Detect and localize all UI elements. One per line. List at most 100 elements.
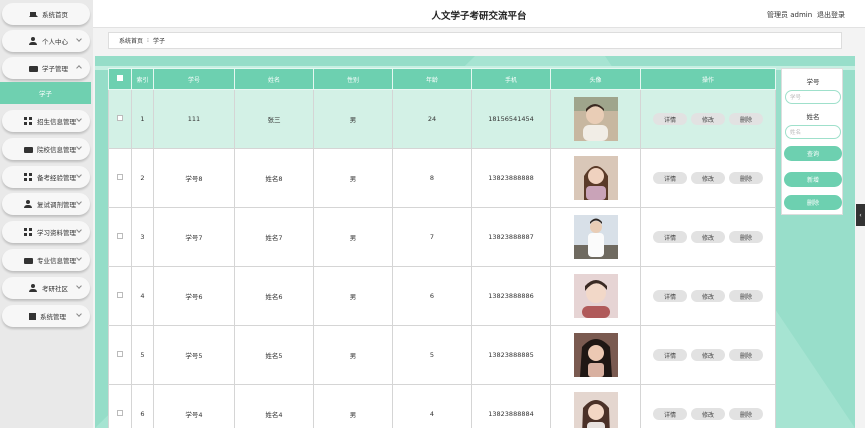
- table-row[interactable]: 3 学号7 姓名7 男 7 13823888887 详情 修改 删除: [108, 207, 776, 267]
- detail-button[interactable]: 详情: [653, 113, 687, 125]
- cell-age: 24: [392, 89, 472, 149]
- chevron-down-icon: [76, 255, 82, 261]
- delete-button[interactable]: 删除: [729, 172, 763, 184]
- row-checkbox[interactable]: [108, 89, 132, 149]
- row-checkbox[interactable]: [108, 325, 132, 385]
- delete-button[interactable]: 删除: [729, 231, 763, 243]
- table-row[interactable]: 2 学号8 姓名8 男 8 13823888888 详情 修改 删除: [108, 148, 776, 208]
- cell-avatar: [550, 384, 641, 428]
- edit-button[interactable]: 修改: [691, 408, 725, 420]
- table-header-row: 索引 学号 姓名 性别 年龄 手机 头像 操作: [108, 68, 776, 90]
- sidebar-subitem-student[interactable]: 学子: [0, 82, 91, 104]
- add-button[interactable]: 新增: [784, 172, 842, 187]
- name-input[interactable]: 姓名: [785, 125, 841, 139]
- cell-age: 7: [392, 207, 472, 267]
- column-header-name: 姓名: [234, 68, 314, 90]
- cell-actions: 详情 修改 删除: [640, 266, 776, 326]
- cell-student-id: 学号7: [153, 207, 235, 267]
- table-row[interactable]: 6 学号4 姓名4 男 4 13823888884 详情 修改 删除: [108, 384, 776, 428]
- column-header-index: 索引: [131, 68, 154, 90]
- cell-age: 6: [392, 266, 472, 326]
- table-row[interactable]: 1 111 张三 男 24 18156541454 详情 修改 删除: [108, 89, 776, 149]
- sidebar-item-home[interactable]: 系统首页: [2, 3, 90, 25]
- sidebar-item-student-management[interactable]: 学子管理: [2, 57, 90, 79]
- cell-age: 4: [392, 384, 472, 428]
- delete-button[interactable]: 删除: [729, 290, 763, 302]
- sidebar-item-personal-center[interactable]: 个人中心: [2, 30, 90, 52]
- edit-button[interactable]: 修改: [691, 349, 725, 361]
- cell-index: 3: [131, 207, 154, 267]
- delete-button[interactable]: 删除: [729, 408, 763, 420]
- sidebar-item-college-info[interactable]: 院校信息管理: [2, 138, 90, 160]
- user-icon: [29, 283, 38, 293]
- breadcrumb: 系统首页 ⁝ 学子: [108, 32, 842, 49]
- chevron-down-icon: [76, 227, 82, 233]
- sidebar-item-label: 系统首页: [42, 11, 68, 19]
- name-label: 姓名: [806, 113, 820, 121]
- chevron-down-icon: [76, 36, 82, 42]
- delete-button[interactable]: 删除: [729, 349, 763, 361]
- cell-actions: 详情 修改 删除: [640, 384, 776, 428]
- row-checkbox[interactable]: [108, 148, 132, 208]
- cell-name: 姓名7: [234, 207, 314, 267]
- cell-avatar: [550, 207, 641, 267]
- sidebar-item-exam-experience[interactable]: 备考经验管理: [2, 166, 90, 188]
- sidebar-item-label: 个人中心: [42, 38, 68, 46]
- edit-button[interactable]: 修改: [691, 290, 725, 302]
- cell-phone: 13823888888: [471, 148, 551, 208]
- row-checkbox[interactable]: [108, 384, 132, 428]
- student-id-label: 学号: [806, 78, 820, 86]
- sidebar-item-study-materials[interactable]: 学习资料管理: [2, 221, 90, 243]
- cell-phone: 13823888885: [471, 325, 551, 385]
- row-checkbox[interactable]: [108, 207, 132, 267]
- sidebar-item-system-management[interactable]: 系统管理: [2, 305, 90, 327]
- cell-student-id: 学号6: [153, 266, 235, 326]
- column-header-age: 年龄: [392, 68, 472, 90]
- detail-button[interactable]: 详情: [653, 349, 687, 361]
- search-button[interactable]: 查询: [784, 146, 842, 161]
- column-header-student-id: 学号: [153, 68, 235, 90]
- avatar: [573, 215, 618, 259]
- sidebar-item-admission-info[interactable]: 招生信息管理: [2, 110, 90, 132]
- cell-avatar: [550, 325, 641, 385]
- column-header-avatar: 头像: [550, 68, 641, 90]
- sidebar-item-major-info[interactable]: 专业信息管理: [2, 249, 90, 271]
- edit-button[interactable]: 修改: [691, 172, 725, 184]
- student-id-input[interactable]: 学号: [785, 90, 841, 104]
- top-header: 人文学子考研交流平台 管理员 admin 退出登录: [93, 0, 865, 28]
- edit-button[interactable]: 修改: [691, 231, 725, 243]
- detail-button[interactable]: 详情: [653, 290, 687, 302]
- breadcrumb-home[interactable]: 系统首页: [119, 36, 143, 45]
- row-checkbox[interactable]: [108, 266, 132, 326]
- detail-button[interactable]: 详情: [653, 231, 687, 243]
- collapse-handle[interactable]: ‹: [856, 204, 865, 226]
- cell-actions: 详情 修改 删除: [640, 325, 776, 385]
- detail-button[interactable]: 详情: [653, 408, 687, 420]
- cell-index: 6: [131, 384, 154, 428]
- sidebar-item-label: 招生信息管理: [37, 118, 76, 126]
- table-row[interactable]: 4 学号6 姓名6 男 6 13823888886 详情 修改 删除: [108, 266, 776, 326]
- edit-button[interactable]: 修改: [691, 113, 725, 125]
- cell-name: 姓名8: [234, 148, 314, 208]
- avatar: [573, 274, 618, 318]
- cell-gender: 男: [313, 266, 393, 326]
- cell-student-id: 学号4: [153, 384, 235, 428]
- student-table: 索引 学号 姓名 性别 年龄 手机 头像 操作 1 111 张三 男 24 18…: [108, 68, 776, 428]
- table-row[interactable]: 5 学号5 姓名5 男 5 13823888885 详情 修改 删除: [108, 325, 776, 385]
- chevron-down-icon: [76, 116, 82, 122]
- sidebar-item-retest-adjust[interactable]: 复试调剂管理: [2, 193, 90, 215]
- home-icon: [29, 8, 38, 17]
- delete-button[interactable]: 删除: [729, 113, 763, 125]
- grid-icon: [24, 227, 33, 237]
- id-card-icon: [24, 146, 33, 153]
- cell-index: 4: [131, 266, 154, 326]
- select-all-checkbox[interactable]: [108, 68, 132, 90]
- cell-index: 5: [131, 325, 154, 385]
- sidebar-item-community[interactable]: 考研社区: [2, 277, 90, 299]
- breadcrumb-separator: ⁝: [147, 37, 149, 44]
- batch-delete-button[interactable]: 删除: [784, 195, 842, 210]
- chevron-down-icon: [76, 311, 82, 317]
- logout-link[interactable]: 退出登录: [817, 10, 845, 20]
- detail-button[interactable]: 详情: [653, 172, 687, 184]
- cell-actions: 详情 修改 删除: [640, 89, 776, 149]
